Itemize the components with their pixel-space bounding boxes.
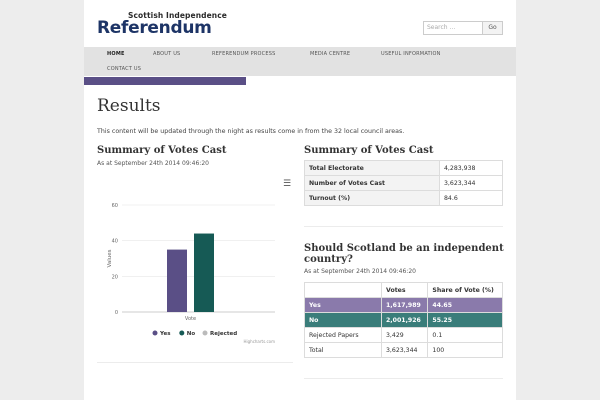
legend-label-rejected: Rejected — [210, 331, 237, 337]
table-row: Number of Votes Cast 3,623,344 — [304, 175, 503, 191]
bar-no — [194, 233, 214, 312]
legend-label-no: No — [187, 331, 196, 337]
summary-label: Number of Votes Cast — [304, 175, 440, 191]
table-row: Total Electorate 4,283,938 — [304, 160, 503, 176]
nav-item-referendum-process[interactable]: Referendum Process — [212, 51, 275, 57]
x-category-label: Vote — [185, 316, 196, 322]
summary-value: 3,623,344 — [439, 175, 503, 191]
row-votes: 3,429 — [380, 327, 429, 343]
table-row: Turnout (%) 84.6 — [304, 190, 503, 206]
main-nav: Home About Us Referendum Process Media C… — [84, 47, 516, 76]
table-header-row: Votes Share of Vote (%) — [304, 282, 503, 298]
table-row: Yes 1,617,989 44.65 — [304, 297, 503, 313]
search-input[interactable]: Search ... — [423, 21, 487, 35]
y-tick-label: 60 — [112, 203, 118, 209]
y-axis-label: Values — [107, 249, 113, 267]
question-title-line2: country? — [304, 254, 353, 265]
bar-yes — [167, 249, 187, 312]
search-go-button[interactable]: Go — [482, 21, 503, 35]
question-subtitle: As at September 24th 2014 09:46:20 — [304, 268, 416, 275]
nav-item-about-us[interactable]: About Us — [153, 51, 180, 57]
votes-bar-chart: 0 20 40 60 Values Vote Yes No Rejected Highcharts… — [97, 172, 293, 350]
row-label: Total — [304, 342, 382, 358]
summary-value: 84.6 — [439, 190, 503, 206]
chart-subtitle: As at September 24th 2014 09:46:20 — [97, 160, 209, 167]
nav-item-media-centre[interactable]: Media Centre — [310, 51, 350, 57]
left-divider — [97, 362, 293, 363]
row-label: Rejected Papers — [304, 327, 382, 343]
summary-label: Turnout (%) — [304, 190, 440, 206]
chart-credits: Highcharts.com — [244, 339, 276, 344]
column-header: Share of Vote (%) — [427, 282, 503, 298]
row-share: 0.1 — [427, 327, 503, 343]
summary-title: Summary of Votes Cast — [304, 145, 434, 156]
right-divider-1 — [304, 226, 503, 227]
table-row: Total 3,623,344 100 — [304, 342, 503, 358]
legend-marker-yes — [152, 330, 158, 336]
question-title-line1: Should Scotland be an independent — [304, 243, 504, 254]
nav-item-useful-information[interactable]: Useful Information — [381, 51, 441, 57]
intro-text: This content will be updated through the… — [97, 128, 405, 135]
y-tick-label: 0 — [115, 310, 118, 316]
row-share: 100 — [427, 342, 503, 358]
legend-label-yes: Yes — [159, 331, 171, 337]
row-votes: 1,617,989 — [380, 297, 429, 313]
row-share: 44.65 — [427, 297, 503, 313]
page-container: Scottish Independence Referendum Search … — [84, 0, 516, 400]
table-row: Rejected Papers 3,429 0.1 — [304, 327, 503, 343]
row-label: Yes — [304, 297, 382, 313]
legend-marker-rejected — [202, 330, 208, 336]
legend-marker-no — [179, 330, 185, 336]
column-header — [304, 282, 382, 298]
right-divider-2 — [304, 378, 503, 379]
summary-table: Total Electorate 4,283,938 Number of Vote… — [304, 160, 503, 206]
row-votes: 3,623,344 — [380, 342, 429, 358]
results-table: Votes Share of Vote (%) Yes 1,617,989 44… — [304, 282, 503, 358]
row-share: 55.25 — [427, 312, 503, 328]
row-label: No — [304, 312, 382, 328]
active-section-bar — [84, 77, 246, 85]
page-title: Results — [97, 96, 161, 116]
row-votes: 2,001,926 — [380, 312, 429, 328]
nav-item-contact-us[interactable]: Contact Us — [107, 66, 141, 72]
nav-item-home[interactable]: Home — [107, 51, 125, 57]
summary-label: Total Electorate — [304, 160, 440, 176]
column-header: Votes — [380, 282, 429, 298]
y-tick-label: 20 — [112, 274, 118, 280]
summary-value: 4,283,938 — [439, 160, 503, 176]
logo[interactable]: Referendum — [97, 18, 212, 38]
table-row: No 2,001,926 55.25 — [304, 312, 503, 328]
y-tick-label: 40 — [112, 239, 118, 245]
chart-title: Summary of Votes Cast — [97, 145, 227, 156]
